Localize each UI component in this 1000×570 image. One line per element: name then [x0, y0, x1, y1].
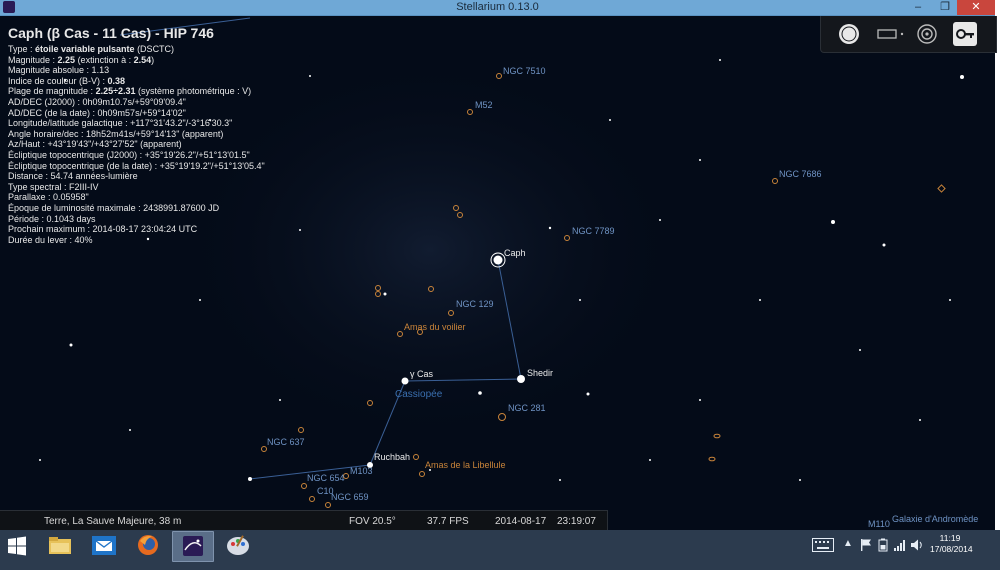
info-ecl-date: Écliptique topocentrique (de la date) : … — [8, 160, 265, 171]
label-amas-libellule: Amas de la Libellule — [425, 460, 506, 470]
status-date: 2014-08-17 — [495, 516, 547, 527]
paint-icon — [227, 535, 249, 555]
star-shedir — [517, 375, 525, 383]
label-ngc654: NGC 654 — [307, 473, 345, 483]
info-az-alt: Az/Haut : +43°19'43"/+43°27'52" (apparen… — [8, 139, 182, 150]
info-magnitude: Magnitude : 2.25 (extinction à : 2.54) — [8, 54, 155, 65]
info-period: Période : 0.1043 days — [8, 213, 96, 224]
object-title: Caph (β Cas - 11 Cas) - HIP 746 — [8, 25, 214, 41]
key-icon[interactable] — [953, 22, 977, 46]
battery-icon[interactable] — [876, 538, 890, 552]
window-title: Stellarium 0.13.0 — [456, 1, 539, 13]
label-ngc7686: NGC 7686 — [779, 169, 822, 179]
info-mag-range: Plage de magnitude : 2.25÷2.31 (système … — [8, 86, 252, 97]
info-galactic: Longitude/latitude galactique : +117°31'… — [8, 118, 233, 129]
info-abs-magnitude: Magnitude absolue : 1.13 — [8, 65, 110, 76]
tray-up-arrow-icon[interactable]: ▲ — [843, 538, 853, 549]
label-ngc7510: NGC 7510 — [503, 66, 546, 76]
label-ruchbah: Ruchbah — [374, 452, 410, 462]
label-amas-voilier: Amas du voilier — [404, 322, 466, 332]
info-rise-duration: Durée du lever : 40% — [8, 234, 93, 245]
label-ngc129: NGC 129 — [456, 299, 494, 309]
view-toolbar — [820, 16, 997, 53]
stellarium-icon — [183, 536, 203, 556]
info-radec-date: AD/DEC (de la date) : 0h09m57s/+59°14'02… — [8, 107, 186, 118]
windows-start-icon[interactable] — [7, 536, 27, 556]
status-time: 23:19:07 — [557, 516, 596, 527]
full-circle-icon[interactable] — [837, 22, 861, 46]
label-ngc7789: NGC 7789 — [572, 226, 615, 236]
file-explorer-icon — [49, 537, 71, 554]
star-gamma-cas — [401, 377, 409, 385]
taskbar-clock[interactable]: 11:19 17/08/2014 — [930, 533, 973, 555]
label-ngc659: NGC 659 — [331, 492, 369, 502]
taskbar-stellarium[interactable] — [172, 531, 214, 562]
label-andromeda: Galaxie d'Andromède — [892, 514, 978, 524]
status-fov: FOV 20.5° — [349, 516, 396, 527]
windows-taskbar: ▲ 11:19 17/08/2014 — [0, 530, 1000, 570]
label-ngc637: NGC 637 — [267, 437, 305, 447]
restore-button[interactable]: ❐ — [932, 0, 958, 15]
mail-icon — [92, 536, 116, 555]
label-gamma-cas: γ Cas — [410, 369, 434, 379]
info-hour-angle: Angle horaire/dec : 18h52m41s/+59°14'13"… — [8, 128, 224, 139]
rectangle-dot-icon[interactable] — [875, 22, 907, 46]
info-epoch: Époque de luminosité maximale : 2438991.… — [8, 202, 220, 213]
star-caph — [493, 255, 503, 265]
label-m52: M52 — [475, 100, 493, 110]
label-shedir: Shedir — [527, 368, 553, 378]
label-m103: M103 — [350, 466, 373, 476]
minimize-button[interactable]: – — [905, 0, 931, 15]
volume-icon[interactable] — [910, 538, 924, 552]
info-color-index: Indice de couleur (B-V) : 0.38 — [8, 75, 126, 86]
target-rings-icon[interactable] — [915, 22, 939, 46]
info-type: Type : étoile variable pulsante (DSCTC) — [8, 44, 175, 54]
taskbar-file-explorer[interactable] — [40, 531, 80, 560]
taskbar-firefox[interactable] — [128, 531, 168, 560]
close-button[interactable]: ✕ — [957, 0, 995, 15]
signal-icon[interactable] — [893, 538, 907, 552]
status-bar: Terre, La Sauve Majeure, 38 m FOV 20.5° … — [0, 510, 608, 531]
clock-time: 11:19 — [939, 533, 961, 543]
info-spectral: Type spectral : F2III-IV — [8, 181, 99, 192]
label-cassiopee: Cassiopée — [395, 389, 443, 400]
taskbar-mail[interactable] — [84, 531, 124, 560]
taskbar-paint[interactable] — [218, 531, 258, 560]
label-ngc281: NGC 281 — [508, 403, 546, 413]
status-location: Terre, La Sauve Majeure, 38 m — [44, 516, 182, 527]
window-title-bar: Stellarium 0.13.0 – ❐ ✕ — [0, 0, 995, 16]
flag-icon[interactable] — [859, 538, 873, 552]
keyboard-icon[interactable] — [812, 538, 834, 552]
label-caph: Caph — [504, 248, 526, 258]
status-fps: 37.7 FPS — [427, 516, 469, 527]
info-ecl-j2000: Écliptique topocentrique (J2000) : +35°1… — [8, 149, 250, 160]
object-info-panel: Caph (β Cas - 11 Cas) - HIP 746 Type : é… — [8, 24, 368, 245]
clock-date: 17/08/2014 — [930, 544, 973, 554]
firefox-icon — [138, 535, 158, 555]
label-m110: M110 — [868, 519, 890, 529]
info-parallax: Parallaxe : 0.05958" — [8, 192, 89, 203]
info-next-max: Prochain maximum : 2014-08-17 23:04:24 U… — [8, 224, 198, 235]
info-radec-j2000: AD/DEC (J2000) : 0h09m10.7s/+59°09'09.4" — [8, 96, 186, 107]
info-distance: Distance : 54.74 années-lumière — [8, 171, 138, 182]
